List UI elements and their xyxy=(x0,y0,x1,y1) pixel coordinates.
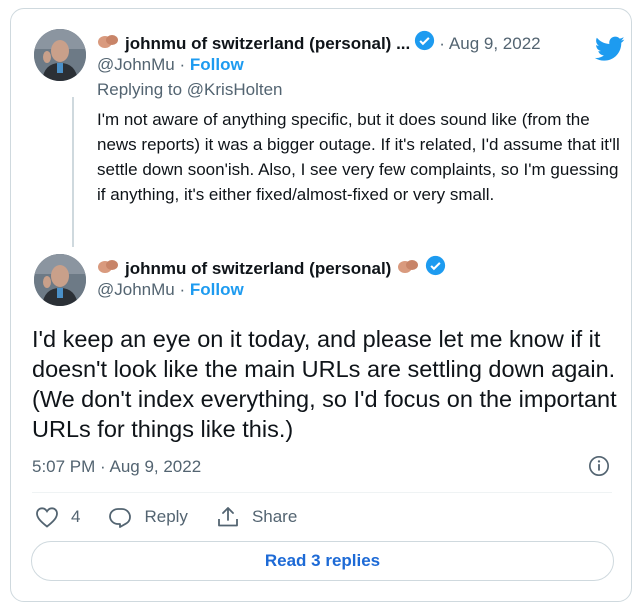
share-icon xyxy=(218,507,238,527)
heart-icon xyxy=(36,507,58,528)
main-handle[interactable]: @JohnMu xyxy=(97,280,175,299)
replying-prefix: Replying to xyxy=(97,80,183,99)
parent-handle[interactable]: @JohnMu xyxy=(97,55,175,74)
separator-dot: · xyxy=(179,55,186,74)
twitter-logo-icon[interactable] xyxy=(594,36,625,67)
reply-icon xyxy=(109,508,132,528)
main-tweet-text: I'd keep an eye on it today, and please … xyxy=(32,326,617,442)
parent-handle-row: @JohnMu · Follow xyxy=(97,54,244,76)
parent-date[interactable]: Aug 9, 2022 xyxy=(449,33,541,55)
main-display-name[interactable]: johnmu of switzerland (personal) xyxy=(125,258,391,280)
divider xyxy=(32,492,612,493)
share-label: Share xyxy=(251,507,298,526)
avatar[interactable] xyxy=(34,29,86,81)
action-bar: 4 Reply Share xyxy=(35,506,325,528)
parent-display-name[interactable]: johnmu of switzerland (personal) ... xyxy=(125,33,410,55)
separator-dot: · xyxy=(179,280,186,299)
thread-connector-line xyxy=(72,97,74,247)
info-icon[interactable] xyxy=(588,455,610,482)
share-button[interactable]: Share xyxy=(216,506,297,528)
verified-icon xyxy=(414,30,435,57)
tweet-embed-card: johnmu of switzerland (personal) ... · A… xyxy=(10,8,632,602)
verified-icon xyxy=(425,255,446,282)
parent-name-row: johnmu of switzerland (personal) ... · A… xyxy=(97,30,541,57)
emoji-icon xyxy=(97,32,119,56)
replying-mention-link[interactable]: @KrisHolten xyxy=(187,80,283,99)
like-count: 4 xyxy=(71,507,81,526)
replying-to: Replying to @KrisHolten xyxy=(97,80,282,100)
read-replies-button[interactable]: Read 3 replies xyxy=(31,541,614,581)
reply-label: Reply xyxy=(144,507,188,526)
main-timestamp[interactable]: 5:07 PM · Aug 9, 2022 xyxy=(32,457,201,477)
main-name-row: johnmu of switzerland (personal) xyxy=(97,255,446,282)
separator-dot: · xyxy=(439,33,445,53)
follow-button[interactable]: Follow xyxy=(190,55,244,74)
parent-tweet-text: I'm not aware of anything specific, but … xyxy=(97,110,620,204)
emoji-icon xyxy=(97,257,119,281)
main-handle-row: @JohnMu · Follow xyxy=(97,279,244,301)
reply-button[interactable]: Reply xyxy=(108,506,188,528)
emoji-icon xyxy=(397,257,419,281)
follow-button[interactable]: Follow xyxy=(190,280,244,299)
avatar[interactable] xyxy=(34,254,86,306)
like-button[interactable]: 4 xyxy=(35,506,80,528)
